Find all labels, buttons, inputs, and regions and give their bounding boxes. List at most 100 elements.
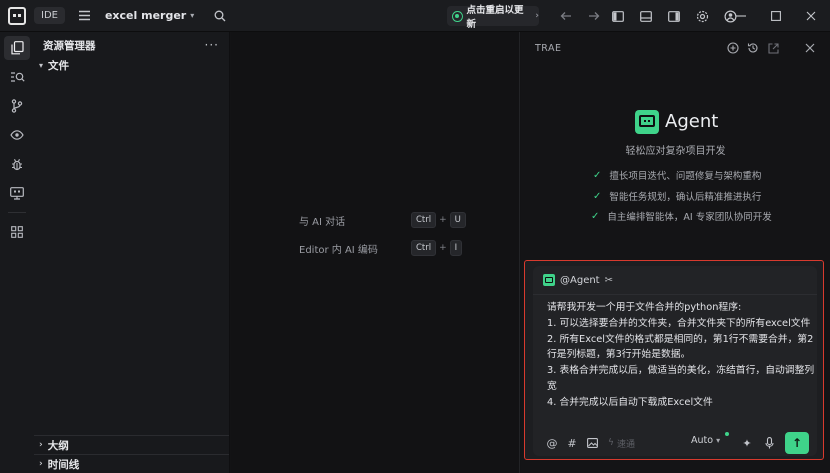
toggle-right-panel-icon[interactable] [660,2,688,30]
pop-out-icon[interactable] [763,39,783,57]
prompt-textarea[interactable]: 请帮我开发一个用于文件合并的python程序: 1. 可以选择要合并的文件夹，合… [547,300,815,411]
preview-eye-icon[interactable] [4,123,30,147]
project-selector[interactable]: excel merger ▾ [105,9,194,22]
toggle-left-panel-icon[interactable] [604,2,632,30]
feature-item: ✓ 擅长项目迭代、问题修复与架构重构 [593,168,762,183]
check-icon: ✓ [591,210,600,222]
chevron-right-icon: › [535,11,539,21]
activity-bar [0,32,34,473]
ai-panel-header: TRAE [521,32,830,64]
update-icon [452,10,463,22]
hint-label: Editor 内 AI 编码 [299,244,378,256]
minimize-icon[interactable] [724,2,758,30]
toggle-bottom-panel-icon[interactable] [632,2,660,30]
extensions-grid-icon[interactable] [4,220,30,244]
kbd-key: Ctrl [411,212,437,228]
agent-mention-tag[interactable]: @Agent ✂ [543,274,613,286]
model-selector[interactable]: Auto ▾ [691,432,729,446]
title-bar: IDE excel merger ▾ 点击重启以更新 › [0,0,830,32]
new-chat-icon[interactable] [723,39,743,57]
check-icon: ✓ [593,190,602,202]
ai-panel-title: TRAE [535,42,562,54]
sidebar-bottom-sections: › 大纲 › 时间线 [34,435,229,473]
feature-text: 智能任务规划，确认后精准推进执行 [609,192,762,203]
chevron-down-icon: ▾ [39,60,44,70]
timeline-section[interactable]: › 时间线 [34,454,229,473]
chevron-right-icon: › [39,459,43,469]
history-icon[interactable] [743,39,763,57]
feature-item: ✓ 智能任务规划，确认后精准推进执行 [593,189,762,204]
maximize-icon[interactable] [758,2,794,30]
agent-mini-logo-icon [543,274,555,286]
image-upload-icon[interactable] [582,433,602,453]
explorer-title: 资源管理器 [43,39,96,52]
kbd-key: U [449,212,466,228]
source-control-icon[interactable] [4,94,30,118]
hint-inline-ai-coding: Editor 内 AI 编码 Ctrl + I [299,240,499,256]
kbd-key: Ctrl [411,240,437,256]
composer-toolbar: @ # ϟ 速通 Auto ▾ ✦ ↑ [533,432,817,454]
sparkle-enhance-icon[interactable]: ✦ [737,433,757,453]
more-options-icon[interactable]: ··· [205,38,219,52]
status-dot-icon [725,432,729,436]
chat-composer: @Agent ✂ 请帮我开发一个用于文件合并的python程序: 1. 可以选择… [533,266,817,456]
prompt-line: 4. 合并完成以后自动下载成Excel文件 [547,396,713,408]
folder-root-row[interactable]: ▾ 文件 [34,55,229,75]
restart-update-button[interactable]: 点击重启以更新 › [447,5,539,30]
arrow-up-icon: ↑ [791,436,803,450]
ide-mode-badge[interactable]: IDE [34,7,65,24]
feature-text: 擅长项目迭代、问题修复与架构重构 [609,171,762,182]
remote-monitor-icon[interactable] [4,181,30,205]
agent-logo-icon [635,110,659,134]
folder-root-label: 文件 [48,59,70,72]
agent-subtitle: 轻松应对复杂项目开发 [625,146,726,157]
speed-mode-toggle[interactable]: ϟ 速通 [608,437,635,450]
at-mention-icon[interactable]: @ [542,433,562,453]
search-files-icon[interactable] [4,65,30,89]
microphone-icon[interactable] [759,433,779,453]
speed-label: 速通 [616,439,635,450]
feature-text: 自主编排智能体，AI 专家团队协同开发 [607,212,772,223]
app-logo-icon [8,6,26,25]
search-icon[interactable] [206,2,234,30]
composer-divider [533,294,817,295]
ai-panel-actions [723,39,783,57]
close-window-icon[interactable] [794,2,828,30]
kbd-plus: + [439,243,447,253]
prompt-line: 3. 表格合并完成以后，做适当的美化，冻结首行，自动调整列宽 [547,365,815,392]
agent-name: Agent [665,111,719,132]
kbd-plus: + [439,215,447,225]
prompt-line: 2. 所有Excel文件的格式都是相同的，第1行不需要合并，第2行是列标题，第3… [547,333,814,361]
close-panel-icon[interactable] [799,37,821,59]
hint-chat-with-ai: 与 AI 对话 Ctrl + U [299,212,499,228]
gear-icon[interactable] [688,2,716,30]
explorer-icon[interactable] [4,36,30,60]
check-icon: ✓ [593,169,602,181]
outline-label: 大纲 [47,439,69,452]
back-arrow-icon[interactable] [552,2,580,30]
menu-icon[interactable] [71,2,99,30]
prompt-line: 请帮我开发一个用于文件合并的python程序: [547,302,742,313]
hint-label: 与 AI 对话 [299,216,346,228]
send-button[interactable]: ↑ [785,432,809,454]
chat-input-box: @Agent ✂ 请帮我开发一个用于文件合并的python程序: 1. 可以选择… [524,260,824,460]
activity-separator [8,212,26,213]
prompt-line: 1. 可以选择要合并的文件夹，合并文件夹下的所有excel文件 [547,317,811,329]
feature-item: ✓ 自主编排智能体，AI 专家团队协同开发 [591,209,772,224]
tools-icon: ✂ [604,274,613,286]
hash-context-icon[interactable]: # [562,433,582,453]
chevron-down-icon: ▾ [716,436,721,445]
model-label: Auto [691,435,714,446]
update-label: 点击重启以更新 [466,5,524,30]
timeline-label: 时间线 [47,458,80,471]
editor-area[interactable]: 与 AI 对话 Ctrl + U Editor 内 AI 编码 Ctrl + I [231,32,520,473]
explorer-sidebar: 资源管理器 ··· ▾ 文件 › 大纲 › 时间线 [34,32,230,473]
mention-label: @Agent [560,274,600,286]
chevron-down-icon: ▾ [190,11,195,20]
debug-bug-icon[interactable] [4,152,30,176]
outline-section[interactable]: › 大纲 [34,435,229,454]
lightning-icon: ϟ [608,438,614,448]
chevron-right-icon: › [39,440,43,450]
project-name: excel merger [104,9,187,22]
kbd-key: I [449,240,463,256]
